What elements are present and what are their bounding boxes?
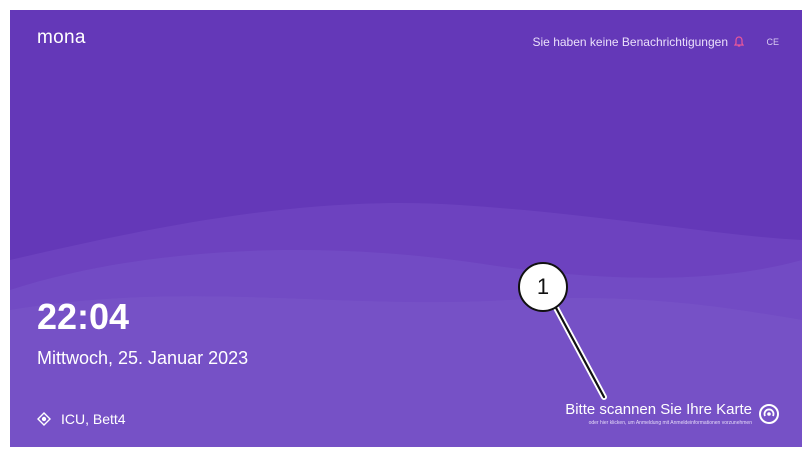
lock-screen: mona Sie haben keine Benachrichtigungen …	[10, 10, 802, 447]
callout-number: 1	[536, 274, 550, 299]
notification-status[interactable]: Sie haben keine Benachrichtigungen	[533, 35, 744, 49]
ce-mark: CE	[766, 37, 779, 47]
location-indicator: ICU, Bett4	[37, 411, 126, 427]
bell-icon	[734, 36, 744, 47]
credential-login-link[interactable]: oder hier klicken, um Anmeldung mit Anme…	[589, 420, 752, 426]
nfc-scan-icon	[759, 403, 779, 424]
background-waves	[10, 203, 802, 447]
scan-card-prompt[interactable]: Bitte scannen Sie Ihre Karte oder hier k…	[565, 401, 780, 426]
app-logo: mona	[37, 27, 86, 48]
location-target-icon	[37, 412, 51, 426]
notification-text: Sie haben keine Benachrichtigungen	[532, 35, 728, 49]
clock-time: 22:04	[37, 296, 130, 337]
current-date: Mittwoch, 25. Januar 2023	[37, 348, 249, 368]
scan-card-title: Bitte scannen Sie Ihre Karte	[565, 401, 752, 418]
location-label: ICU, Bett4	[61, 411, 126, 427]
